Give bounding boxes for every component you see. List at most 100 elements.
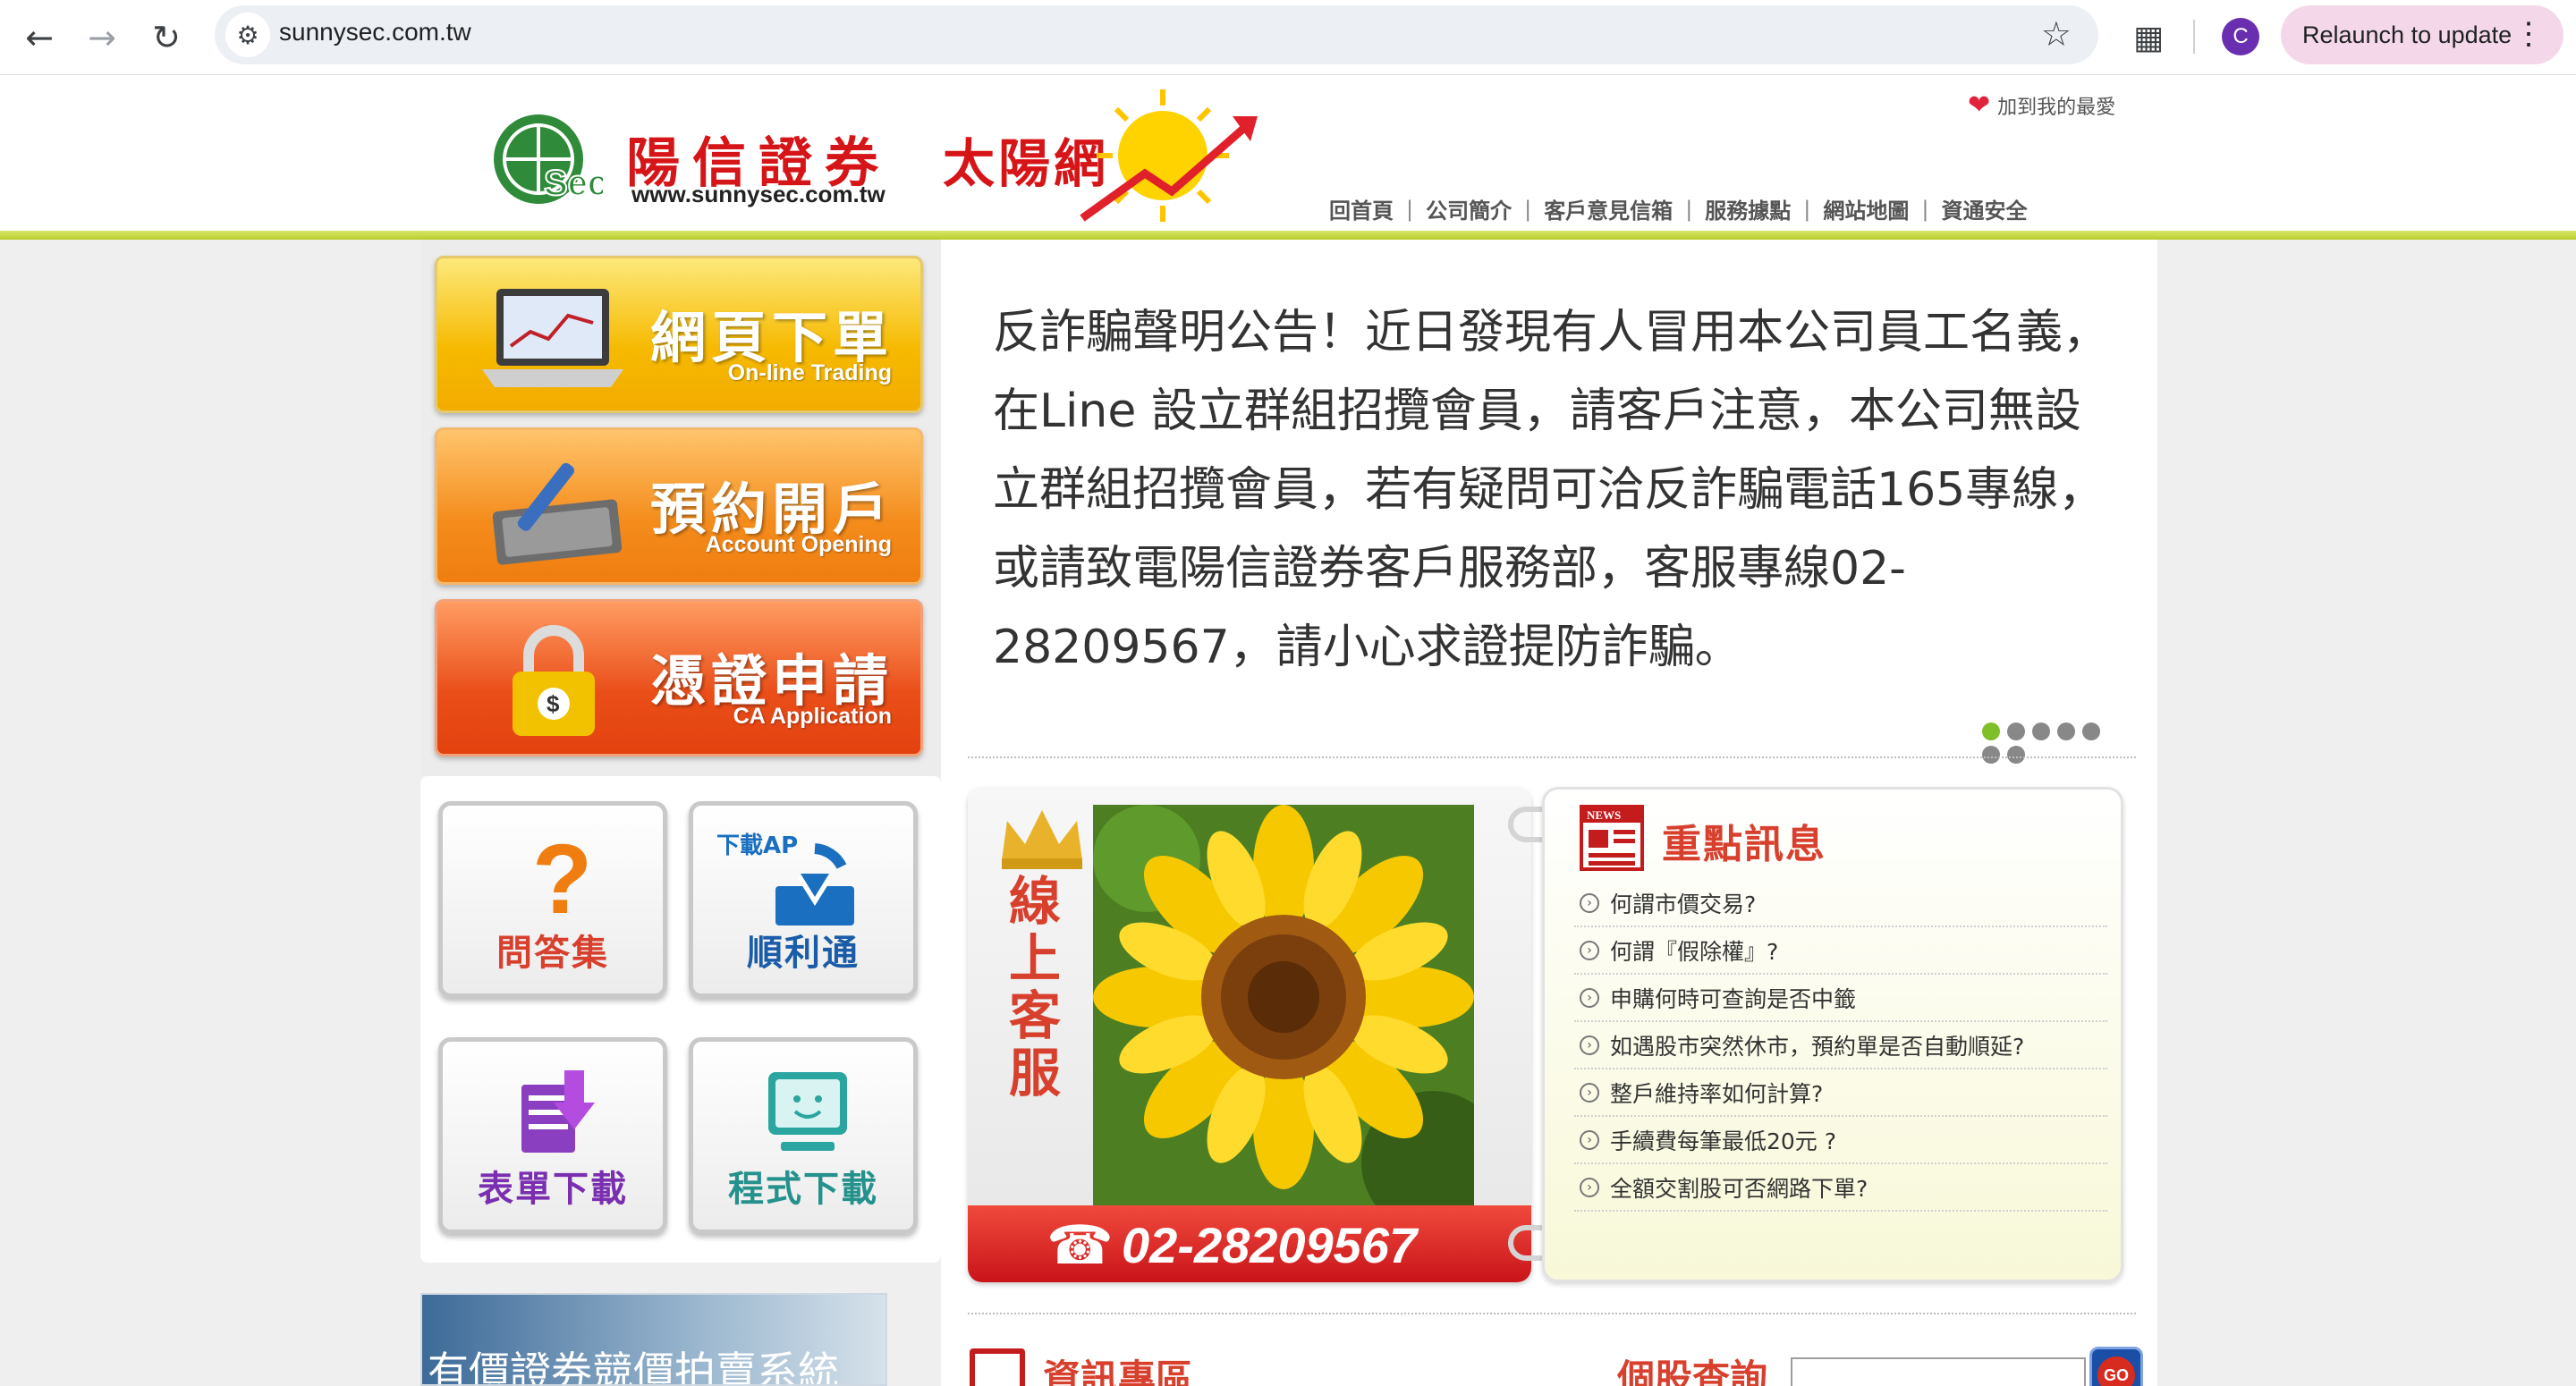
info-section-title: 資訊專區: [1043, 1356, 1194, 1386]
svg-text:Sec: Sec: [544, 164, 603, 203]
back-arrow-icon[interactable]: ←: [14, 13, 64, 63]
nav-security[interactable]: 資通安全: [1928, 193, 2039, 224]
stock-query-go-button[interactable]: GO: [2089, 1347, 2143, 1386]
app-download-tile[interactable]: 下載AP 順利通: [689, 801, 918, 998]
news-item[interactable]: › 如遇股市突然休市，預約單是否自動順延?: [1574, 1022, 2107, 1069]
news-item[interactable]: › 申購何時可查詢是否中籤: [1574, 975, 2107, 1022]
nav-divider: |: [1803, 196, 1811, 222]
nav-locations[interactable]: 服務據點: [1692, 193, 1803, 224]
slider-dot[interactable]: [2032, 723, 2050, 740]
laptop-chart-icon: [482, 289, 623, 387]
news-item-text[interactable]: 申購何時可查詢是否中籤: [1610, 982, 1856, 1014]
profile-avatar[interactable]: C: [2222, 18, 2259, 55]
chevron-right-icon: ›: [1580, 1177, 1599, 1197]
toolbar-divider: [2193, 20, 2195, 54]
news-title: 重點訊息: [1662, 822, 1826, 867]
news-list: › 何謂市價交易? › 何謂『假除權』? › 申購何時可查詢是否中籤 › 如遇股市突然休…: [1574, 880, 2107, 1212]
app-label: 順利通: [747, 933, 860, 974]
news-item-text[interactable]: 何謂『假除權』?: [1610, 934, 1778, 967]
forward-arrow-icon[interactable]: →: [77, 13, 127, 63]
slider-dot[interactable]: [2082, 723, 2100, 740]
chevron-right-icon: ›: [1580, 892, 1599, 913]
download-arrow-icon: [775, 843, 854, 925]
relaunch-label: Relaunch to update: [2302, 21, 2512, 48]
pen-checkbook-icon: [492, 462, 623, 565]
anti-fraud-announcement[interactable]: 反詐騙聲明公告！近日發現有人冒用本公司員工名義，在Line 設立群組招攬會員，請…: [993, 293, 2111, 687]
slider-dot[interactable]: [2007, 723, 2025, 740]
site-info-icon[interactable]: ⚙: [225, 13, 270, 57]
news-item[interactable]: › 手續費每筆最低20元 ?: [1574, 1117, 2107, 1164]
news-item-text[interactable]: 如遇股市突然休市，預約單是否自動順延?: [1610, 1029, 2024, 1061]
news-item-text[interactable]: 整戶維持率如何計算?: [1610, 1077, 1823, 1109]
chevron-right-icon: ›: [1580, 1129, 1599, 1150]
online-service-label: 線上客服: [1008, 871, 1061, 1103]
monitor-smile-icon: [768, 1072, 847, 1151]
slider-dot[interactable]: [1982, 746, 2000, 764]
account-opening-en: Account Opening: [705, 532, 892, 557]
svg-text:NEWS: NEWS: [1587, 808, 1621, 822]
heart-icon: ❤: [1968, 89, 1991, 121]
nav-divider: |: [1921, 196, 1929, 222]
slider-dot[interactable]: [2007, 746, 2025, 764]
service-phone-bar[interactable]: ☎ 02-28209567: [968, 1205, 1531, 1282]
stock-query-input[interactable]: [1791, 1357, 2086, 1386]
auction-system-banner[interactable]: 有價證券競價拍賣系統: [420, 1293, 887, 1386]
news-item[interactable]: › 何謂『假除權』?: [1574, 927, 2107, 975]
nav-divider: |: [1685, 196, 1693, 222]
browser-toolbar: ← → ↻ ⚙ sunnysec.com.tw ☆ ▦ C Relaunch t…: [0, 0, 2576, 75]
sunnysec-logo-icon[interactable]: Sec: [490, 109, 603, 207]
sun-arrow-icon: [1080, 89, 1258, 222]
form-download-tile[interactable]: 表單下載: [438, 1037, 667, 1234]
slider-pagination: [1982, 723, 2107, 767]
add-favorite-link[interactable]: ❤ 加到我的最愛: [1968, 89, 2115, 121]
online-trading-en: On-line Trading: [727, 360, 892, 385]
favorite-label: 加到我的最愛: [1997, 96, 2116, 119]
ca-application-button[interactable]: $ 憑證申請 CA Application: [435, 599, 923, 756]
faq-tile[interactable]: ? 問答集: [438, 801, 667, 998]
reload-icon[interactable]: ↻: [141, 13, 191, 63]
padlock-icon: $: [513, 625, 595, 736]
section-divider: [968, 756, 2136, 758]
newspaper-icon: NEWS: [1580, 805, 1644, 871]
go-label: GO: [2097, 1356, 2135, 1386]
service-phone-number: 02-28209567: [1122, 1217, 1418, 1273]
bookmark-star-icon[interactable]: ☆: [2041, 14, 2072, 54]
nav-about[interactable]: 公司簡介: [1413, 193, 1524, 224]
news-item-text[interactable]: 何謂市價交易?: [1610, 887, 1756, 919]
nav-home[interactable]: 回首頁: [1317, 193, 1406, 224]
bar-chart-icon: [970, 1348, 1025, 1386]
relaunch-button[interactable]: Relaunch to update ⋮: [2281, 5, 2563, 64]
extensions-icon[interactable]: ▦: [2123, 13, 2174, 63]
account-opening-button[interactable]: 預約開戶 Account Opening: [435, 427, 923, 585]
auction-system-label: 有價證券競價拍賣系統: [428, 1348, 839, 1386]
address-bar[interactable]: ⚙ sunnysec.com.tw ☆: [215, 5, 2098, 64]
news-item-text[interactable]: 全額交割股可否網路下單?: [1610, 1171, 1868, 1204]
news-item[interactable]: › 全額交割股可否網路下單?: [1574, 1164, 2107, 1212]
document-download-icon: [521, 1070, 595, 1153]
stock-query-title: 個股查詢: [1617, 1356, 1768, 1386]
news-item[interactable]: › 整戶維持率如何計算?: [1574, 1069, 2107, 1117]
slider-dot-active[interactable]: [1982, 723, 2000, 740]
news-item[interactable]: › 何謂市價交易?: [1574, 880, 2107, 927]
phone-icon: ☎: [1046, 1214, 1114, 1277]
site-header: Sec 陽信證券 www.sunnysec.com.tw 太陽網 ❤ 加到我的最…: [0, 75, 2576, 240]
nav-divider: |: [1524, 196, 1532, 222]
program-download-tile[interactable]: 程式下載: [689, 1037, 918, 1234]
nav-sitemap[interactable]: 網站地圖: [1810, 193, 1921, 224]
chevron-right-icon: ›: [1580, 1082, 1599, 1103]
chevron-right-icon: ›: [1580, 1035, 1599, 1055]
header-divider: [0, 231, 2576, 240]
svg-text:?: ?: [532, 831, 592, 920]
brand-url: www.sunnysec.com.tw: [631, 181, 886, 207]
slider-dot[interactable]: [2057, 723, 2075, 740]
chevron-right-icon: ›: [1580, 940, 1599, 960]
top-navigation: 回首頁 | 公司簡介 | 客戶意見信箱 | 服務據點 | 網站地圖 | 資通安全: [1317, 193, 2039, 224]
nav-feedback[interactable]: 客戶意見信箱: [1531, 193, 1685, 224]
news-item-text[interactable]: 手續費每筆最低20元 ?: [1610, 1124, 1836, 1156]
more-menu-icon[interactable]: ⋮: [2513, 16, 2544, 52]
online-trading-button[interactable]: 網頁下單 On-line Trading: [435, 256, 923, 413]
sunflower-photo: [1093, 805, 1474, 1205]
chevron-right-icon: ›: [1580, 987, 1599, 1008]
ca-application-en: CA Application: [733, 704, 892, 729]
url-text[interactable]: sunnysec.com.tw: [279, 18, 471, 46]
